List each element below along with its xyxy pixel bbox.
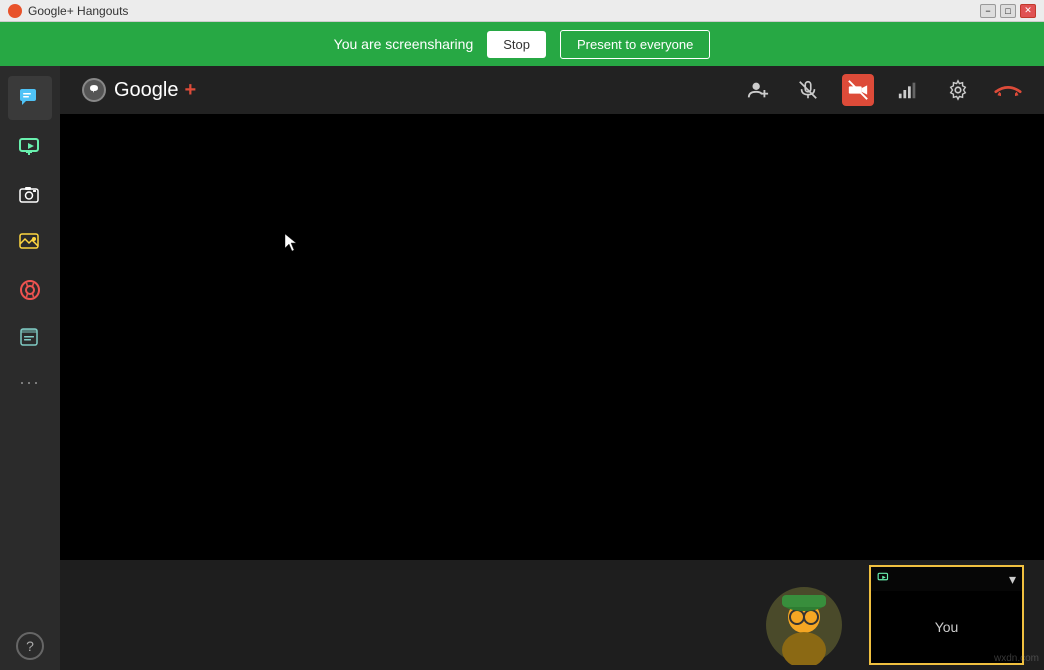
- sidebar-item-share[interactable]: [8, 124, 52, 168]
- app-icon: [8, 4, 22, 18]
- thumb-share-icon: [877, 571, 891, 588]
- mic-off-icon: [797, 79, 819, 101]
- signal-button[interactable]: [892, 74, 924, 106]
- screenshare-message: You are screensharing: [334, 36, 474, 52]
- mouse-cursor: [285, 234, 297, 252]
- avatar-icon: [764, 585, 844, 665]
- present-everyone-button[interactable]: Present to everyone: [560, 30, 710, 59]
- stop-button[interactable]: Stop: [487, 31, 546, 58]
- video-toggle-button[interactable]: [842, 74, 874, 106]
- lifesaver-icon: [18, 278, 42, 302]
- add-person-icon: [747, 79, 769, 101]
- mute-mic-button[interactable]: [792, 74, 824, 106]
- chat-icon: [18, 86, 42, 110]
- share-screen-icon: [18, 134, 42, 158]
- titlebar: Google+ Hangouts − □ ✕: [0, 0, 1044, 22]
- sidebar-item-board[interactable]: [8, 316, 52, 360]
- sidebar-item-photo[interactable]: [8, 220, 52, 264]
- other-participant-avatar: [764, 585, 844, 670]
- sidebar-item-lifesaver[interactable]: [8, 268, 52, 312]
- camera-icon: [18, 182, 42, 206]
- photo-icon: [18, 230, 42, 254]
- bottom-strip: ▾ You wxdn.com: [60, 560, 1044, 670]
- sidebar: ... ?: [0, 66, 60, 670]
- thumb-header: ▾: [871, 567, 1022, 591]
- watermark: wxdn.com: [994, 653, 1039, 664]
- settings-icon: [947, 79, 969, 101]
- board-icon: [18, 326, 42, 350]
- sidebar-item-camera[interactable]: [8, 172, 52, 216]
- content-header: Google +: [60, 66, 1044, 114]
- maximize-button[interactable]: □: [1000, 4, 1016, 18]
- window-controls: − □ ✕: [980, 4, 1036, 18]
- settings-button[interactable]: [942, 74, 974, 106]
- add-person-button[interactable]: [742, 74, 774, 106]
- window-title: Google+ Hangouts: [28, 4, 128, 18]
- signal-icon: [897, 79, 919, 101]
- sidebar-item-chat[interactable]: [8, 76, 52, 120]
- main-layout: ... ? Google +: [0, 66, 1044, 670]
- participant-thumbnail[interactable]: ▾ You: [869, 565, 1024, 665]
- participant-name: You: [935, 619, 959, 635]
- header-controls: [742, 74, 1024, 106]
- titlebar-left: Google+ Hangouts: [8, 4, 128, 18]
- hangouts-icon: [80, 76, 108, 104]
- help-button[interactable]: ?: [16, 632, 44, 660]
- close-button[interactable]: ✕: [1020, 4, 1036, 18]
- content-area: Google +: [60, 66, 1044, 670]
- screen-share-small-icon: [877, 571, 891, 585]
- thumb-chevron-icon[interactable]: ▾: [1009, 571, 1016, 588]
- google-plus-logo: Google +: [80, 76, 196, 104]
- logo-plus-text: +: [185, 79, 197, 102]
- screenshare-bar: You are screensharing Stop Present to ev…: [0, 22, 1044, 66]
- sidebar-more-button[interactable]: ...: [19, 368, 40, 389]
- logo-google-text: Google: [114, 79, 179, 102]
- video-area: [60, 114, 1044, 560]
- hangup-icon: [994, 79, 1022, 101]
- hangup-button[interactable]: [992, 74, 1024, 106]
- minimize-button[interactable]: −: [980, 4, 996, 18]
- videocam-off-icon: [847, 79, 869, 101]
